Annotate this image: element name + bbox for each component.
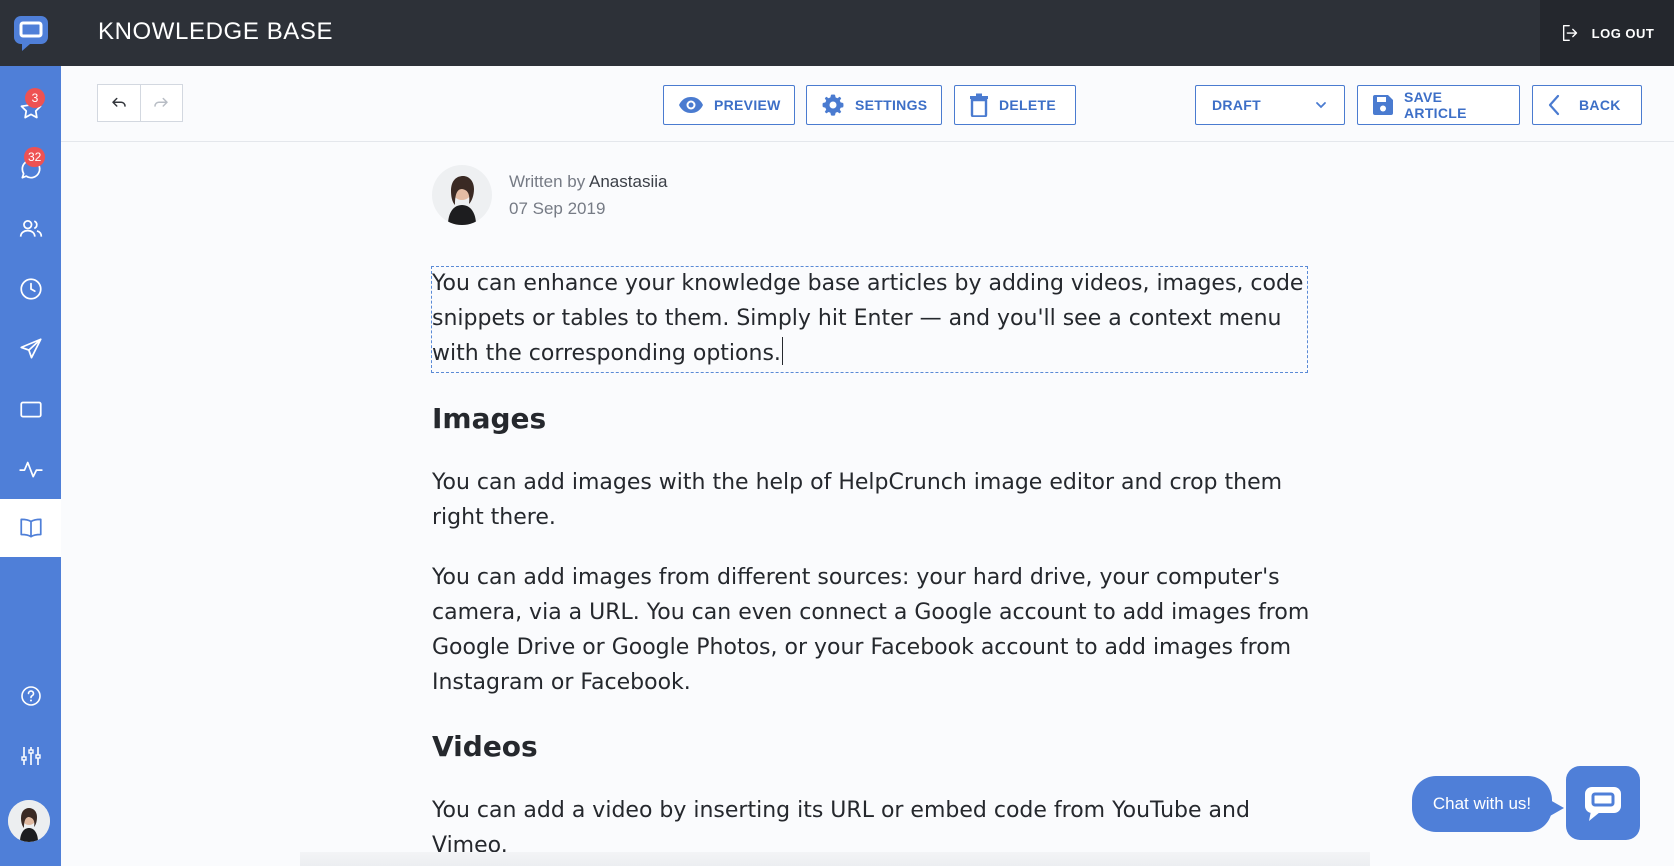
sliders-icon: [20, 747, 41, 765]
chat-invite-label: Chat with us!: [1432, 794, 1532, 813]
sidebar: 3 32: [0, 0, 61, 866]
users-icon: [19, 220, 42, 237]
intro-text: You can enhance your knowledge base arti…: [432, 271, 1304, 366]
written-by-label: Written by: [509, 172, 586, 191]
author-name: Anastasiia: [589, 172, 668, 191]
favorites-badge: 3: [25, 88, 45, 108]
redo-icon: [154, 97, 168, 107]
sidebar-item-outreach[interactable]: [0, 320, 61, 378]
images-paragraph-2[interactable]: You can add images from different source…: [432, 560, 1312, 700]
article-date: 07 Sep 2019: [509, 199, 606, 218]
top-bar: KNOWLEDGE BASE LOG OUT: [61, 0, 1674, 66]
sidebar-item-stats[interactable]: [0, 440, 61, 498]
user-avatar[interactable]: [8, 800, 50, 842]
chat-widget-button[interactable]: [1566, 766, 1640, 840]
status-value: DRAFT: [1212, 97, 1261, 113]
book-icon: [19, 518, 42, 538]
settings-button[interactable]: SETTINGS: [806, 85, 942, 125]
redo-button[interactable]: [139, 85, 183, 121]
author-line: Written by Anastasiia: [509, 172, 667, 192]
chat-widget-icon: [1585, 787, 1621, 821]
chats-badge: 32: [24, 147, 46, 167]
author-photo-icon: [432, 165, 492, 225]
user-photo-icon: [8, 800, 50, 842]
save-article-button[interactable]: SAVE ARTICLE: [1357, 85, 1520, 125]
gear-icon: [822, 94, 844, 116]
delete-button[interactable]: DELETE: [954, 85, 1076, 125]
text-caret: [781, 337, 784, 365]
save-label: SAVE ARTICLE: [1404, 89, 1467, 121]
undo-button[interactable]: [98, 85, 140, 121]
settings-label: SETTINGS: [855, 97, 928, 113]
chevron-left-icon: [1548, 94, 1560, 116]
sidebar-item-history[interactable]: [0, 260, 61, 318]
clock-icon: [19, 278, 42, 300]
intro-paragraph[interactable]: You can enhance your knowledge base arti…: [432, 266, 1308, 371]
chat-invite-bubble[interactable]: Chat with us!: [1412, 776, 1564, 832]
sidebar-item-contacts[interactable]: [0, 200, 61, 258]
app-logo[interactable]: [0, 0, 61, 66]
sidebar-item-popups[interactable]: [0, 380, 61, 438]
videos-heading: Videos: [432, 730, 538, 763]
logout-label: LOG OUT: [1591, 25, 1655, 41]
chevron-down-icon: [1316, 102, 1326, 109]
status-select[interactable]: DRAFT: [1195, 85, 1345, 125]
sidebar-item-settings[interactable]: [0, 727, 61, 785]
sidebar-item-favorites[interactable]: 3: [0, 80, 61, 138]
preview-label: PREVIEW: [714, 97, 781, 113]
eye-icon: [679, 97, 703, 113]
page-title: KNOWLEDGE BASE: [98, 18, 334, 45]
logout-icon: [1562, 24, 1577, 42]
sidebar-item-help[interactable]: [0, 667, 61, 725]
activity-icon: [18, 461, 43, 478]
sidebar-item-chats[interactable]: 32: [0, 140, 61, 198]
help-icon: [20, 686, 41, 706]
history-controls: [97, 84, 183, 122]
images-paragraph-1[interactable]: You can add images with the help of Help…: [432, 465, 1312, 535]
scroll-fade: [300, 852, 1370, 866]
delete-label: DELETE: [999, 97, 1057, 113]
chat-logo-icon: [13, 16, 48, 51]
back-label: BACK: [1579, 97, 1621, 113]
send-icon: [19, 338, 42, 359]
floppy-disk-icon: [1373, 95, 1393, 115]
sidebar-item-knowledge-base[interactable]: [0, 499, 61, 557]
preview-button[interactable]: PREVIEW: [663, 85, 795, 125]
logout-button[interactable]: LOG OUT: [1540, 0, 1674, 66]
images-heading: Images: [432, 402, 547, 435]
editor-toolbar: PREVIEW SETTINGS DELETE DRAFT SAVE ARTIC…: [61, 66, 1674, 142]
window-icon: [19, 401, 42, 418]
back-button[interactable]: BACK: [1532, 85, 1642, 125]
trash-icon: [970, 93, 988, 117]
author-avatar: [432, 165, 492, 225]
undo-icon: [112, 97, 126, 107]
